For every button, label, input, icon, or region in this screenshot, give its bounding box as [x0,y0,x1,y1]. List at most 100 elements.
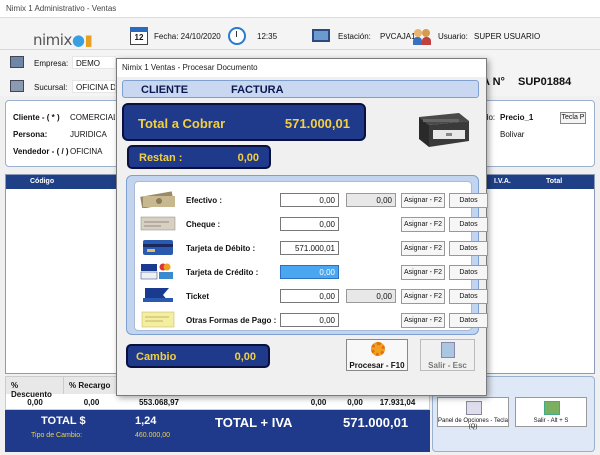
panel-opciones-label: Panel de Opciones - Tecla (Q) [438,418,508,430]
salir-alt-label: Salir - Alt + S [533,418,569,424]
restan-label: Restan : [139,152,183,164]
summary-cell: 0,00 [27,398,43,407]
factura-number: SUP01884 [518,76,572,88]
payment-row-efectivo: Efectivo : 0,00 0,00 Asignar - F2 Datos [135,190,488,212]
payment-label: Tarjeta de Débito : [186,244,256,253]
cambio-value: 0,00 [234,351,256,363]
estacion-value: PVCAJA1 [380,32,416,41]
payment-label: Otras Formas de Pago : [186,316,277,325]
header-cliente: CLIENTE [141,84,189,96]
exit-icon [441,342,455,358]
payment-row-ticket: Ticket 0,00 0,00 Asignar - F2 Datos [135,286,488,308]
fecha-label: Fecha: 24/10/2020 [154,32,221,41]
debito-asignar-button[interactable]: Asignar - F2 [401,241,445,256]
payment-row-cheque: Cheque : 0,00 Asignar - F2 Datos [135,214,488,236]
cheque-amount-input[interactable]: 0,00 [280,217,339,231]
payment-label: Ticket [186,292,209,301]
debito-amount-input[interactable]: 571.000,01 [280,241,339,255]
total-value: 1,24 [135,415,157,427]
tipo-cambio-value: 460.000,00 [135,432,171,439]
summary-cell: 553.068,97 [138,398,180,407]
efectivo-secondary-input[interactable]: 0,00 [346,193,396,207]
cash-drawer-icon [419,113,469,147]
grid-col-codigo[interactable]: Código [30,178,54,185]
clock-icon [228,27,246,45]
credito-amount-input[interactable]: 0,00 [280,265,339,279]
vendedor-label: Vendedor - ( / ) [13,147,69,156]
calendar-icon: 12 [130,27,148,45]
credito-datos-button[interactable]: Datos [449,265,488,280]
dialog-title: Nimix 1 Ventas - Procesar Documento [117,59,486,77]
procesar-label: Procesar - F10 [349,361,405,370]
restan-panel: Restan : 0,00 [127,145,271,169]
restan-value: 0,00 [237,152,259,164]
procesar-button[interactable]: Procesar - F10 [346,339,408,371]
total-label: TOTAL $ [41,415,86,427]
vendedor-value[interactable]: OFICINA [70,147,102,156]
grid-col-total[interactable]: Total [546,178,562,185]
efectivo-asignar-button[interactable]: Asignar - F2 [401,193,445,208]
cheque-icon [140,216,176,231]
top-bar: nimix●▮ 12 Fecha: 24/10/2020 12:35 Estac… [0,18,600,50]
nimix-logo: nimix●▮ [33,31,93,49]
salir-label: Salir - Esc [428,361,467,370]
cambio-panel: Cambio 0,00 [126,344,270,368]
summary-cell: 0,00 [310,398,327,407]
tipo-cambio-label: Tipo de Cambio: [31,432,83,439]
recargo-header: % Recargo [64,377,119,394]
debito-datos-button[interactable]: Datos [449,241,488,256]
payment-label: Tarjeta de Crédito : [186,268,259,277]
usuario-label: Usuario: [438,32,468,41]
summary-cell: 17.931,04 [379,398,416,407]
total-a-cobrar-panel: Total a Cobrar 571.000,01 [122,103,366,141]
summary-cell: 0,00 [347,398,363,407]
grid-col-iva[interactable]: I.V.A. [494,178,511,185]
salir-alt-button[interactable]: Salir - Alt + S [515,397,587,427]
payment-row-credito: Tarjeta de Crédito : 0,00 Asignar - F2 D… [135,262,488,284]
credit-cards-icon [140,263,173,280]
cobrar-value: 571.000,01 [284,116,350,131]
total-iva-label: TOTAL + IVA [215,415,293,430]
payment-methods-box: Efectivo : 0,00 0,00 Asignar - F2 Datos … [126,175,488,335]
cambio-label: Cambio [136,351,177,363]
window-title: Nimix 1 Administrativo - Ventas [0,0,600,18]
cobrar-label: Total a Cobrar [138,116,226,131]
debit-card-icon [143,240,173,255]
total-iva-value: 571.000,01 [343,415,409,430]
payment-row-debito: Tarjeta de Débito : 571.000,01 Asignar -… [135,238,488,260]
panel-opciones-button[interactable]: Panel de Opciones - Tecla (Q) [437,397,509,430]
otras-asignar-button[interactable]: Asignar - F2 [401,313,445,328]
cash-bills-icon [140,191,175,208]
ticket-asignar-button[interactable]: Asignar - F2 [401,289,445,304]
credito-asignar-button[interactable]: Asignar - F2 [401,265,445,280]
ticket-datos-button[interactable]: Datos [449,289,488,304]
salir-button[interactable]: Salir - Esc [420,339,475,371]
ticket-secondary-input[interactable]: 0,00 [346,289,396,303]
tecla-button[interactable]: Tecla P [560,112,586,124]
payment-methods-list: Efectivo : 0,00 0,00 Asignar - F2 Datos … [134,181,488,332]
otras-datos-button[interactable]: Datos [449,313,488,328]
efectivo-amount-input[interactable]: 0,00 [280,193,339,207]
empresa-value: DEMO [72,56,116,69]
ticket-icon [143,288,173,302]
cheque-asignar-button[interactable]: Asignar - F2 [401,217,445,232]
precio-value[interactable]: Precio_1 [500,113,533,122]
branch-icon [10,80,24,92]
efectivo-datos-button[interactable]: Datos [449,193,488,208]
payment-row-otras: Otras Formas de Pago : 0,00 Asignar - F2… [135,310,488,332]
users-icon [413,27,431,45]
other-payment-icon [141,311,175,328]
procesar-documento-dialog: Nimix 1 Ventas - Procesar Documento CLIE… [116,58,488,396]
cliente-label: Cliente - ( * ) [13,113,60,122]
otras-amount-input[interactable]: 0,00 [280,313,339,327]
cliente-value[interactable]: COMERCIALIZ [70,113,115,122]
summary-cell: 0,00 [83,398,100,407]
usuario-value: SUPER USUARIO [474,32,541,41]
persona-label: Persona: [13,130,48,139]
sucursal-value: OFICINA DEM [72,80,116,93]
payment-label: Cheque : [186,220,221,229]
ticket-amount-input[interactable]: 0,00 [280,289,339,303]
hora-label: 12:35 [257,32,278,41]
cheque-datos-button[interactable]: Datos [449,217,488,232]
computer-icon [312,29,330,42]
